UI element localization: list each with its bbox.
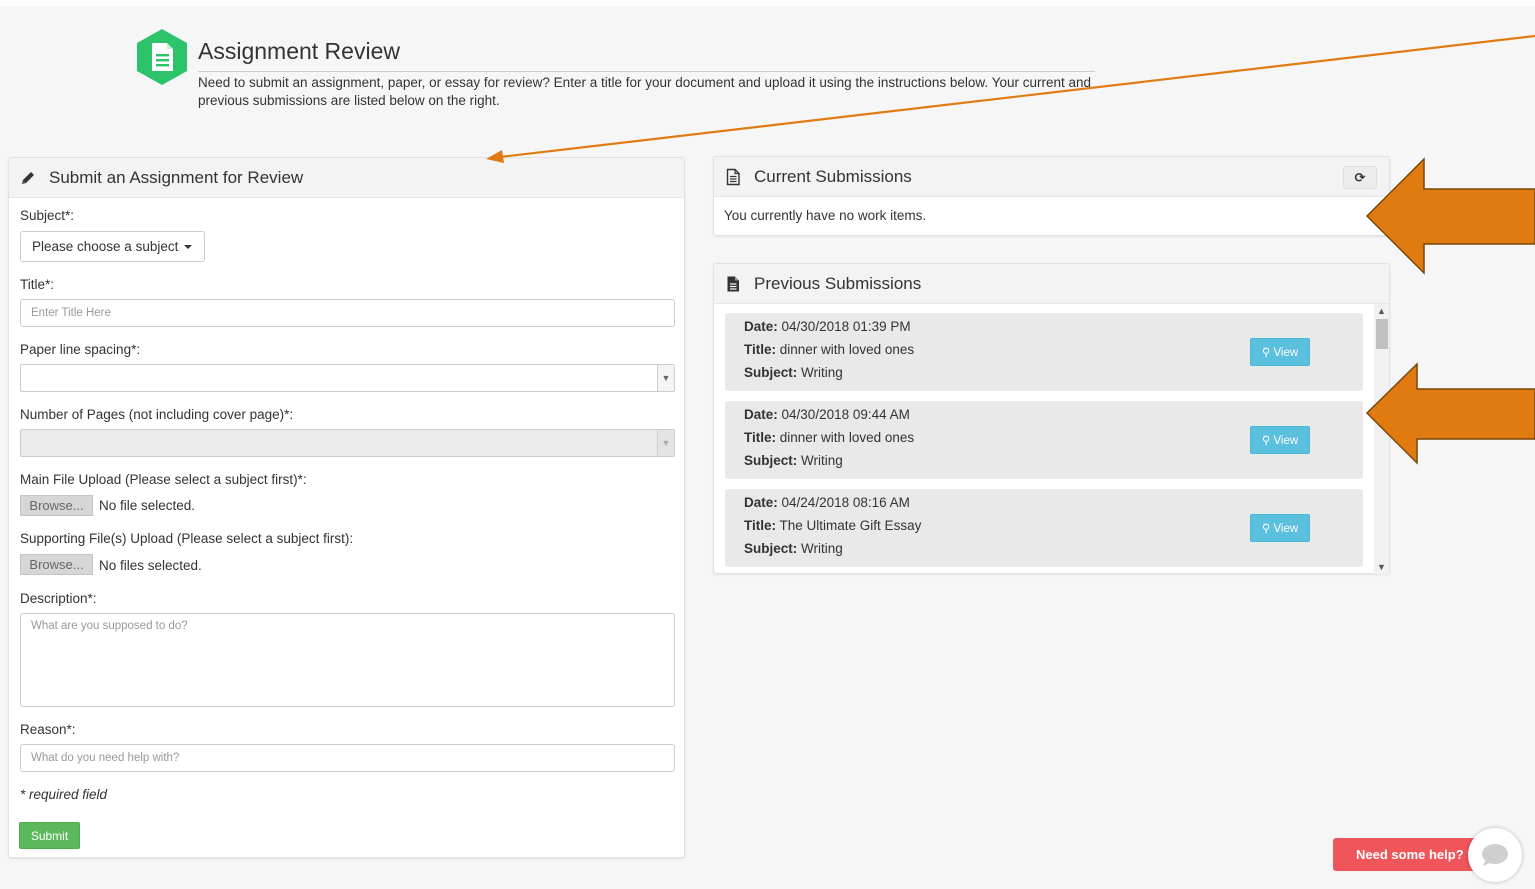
subject-label: Subject*: xyxy=(20,208,75,223)
caret-down-icon xyxy=(184,245,193,250)
main-file-browse-button[interactable]: Browse... xyxy=(20,495,93,516)
top-strip xyxy=(0,0,1535,6)
scroll-down-icon[interactable]: ▼ xyxy=(1374,560,1389,574)
document-icon xyxy=(135,28,189,86)
submission-card: Date: 04/30/2018 09:44 AM Title: dinner … xyxy=(725,401,1363,479)
header-divider xyxy=(198,71,1095,72)
supporting-upload-label: Supporting File(s) Upload (Please select… xyxy=(20,531,354,546)
reason-input[interactable] xyxy=(20,744,675,772)
reason-label: Reason*: xyxy=(20,722,76,737)
file-solid-icon xyxy=(724,275,742,293)
submission-title: Title: dinner with loved ones xyxy=(744,342,915,357)
submit-panel-header: Submit an Assignment for Review xyxy=(9,158,684,198)
title-input[interactable] xyxy=(20,299,675,327)
page-title: Assignment Review xyxy=(198,38,400,64)
magnifier-icon: ⚲ xyxy=(1261,523,1271,535)
submit-assignment-panel: Submit an Assignment for Review Subject*… xyxy=(8,157,685,858)
chat-bubble-icon xyxy=(1482,844,1508,866)
supporting-files-status: No files selected. xyxy=(99,558,202,573)
submit-button[interactable]: Submit xyxy=(19,822,80,849)
required-field-note: * required field xyxy=(20,787,108,802)
submissions-scrollbar[interactable]: ▲ ▼ xyxy=(1374,304,1389,574)
need-help-button[interactable]: Need some help? xyxy=(1333,838,1483,871)
submission-date: Date: 04/30/2018 01:39 PM xyxy=(744,319,911,334)
magnifier-icon: ⚲ xyxy=(1261,347,1271,359)
previous-panel-header: Previous Submissions xyxy=(714,264,1389,304)
submission-subject: Subject: Writing xyxy=(744,453,843,468)
main-upload-label: Main File Upload (Please select a subjec… xyxy=(20,472,307,487)
line-spacing-select[interactable]: ▼ xyxy=(20,364,675,392)
submit-panel-title: Submit an Assignment for Review xyxy=(49,168,304,187)
supporting-files-browse-button[interactable]: Browse... xyxy=(20,554,93,575)
view-submission-button[interactable]: ⚲ View xyxy=(1250,426,1310,454)
submission-date: Date: 04/24/2018 08:16 AM xyxy=(744,495,910,510)
submission-subject: Subject: Writing xyxy=(744,541,843,556)
magnifier-icon: ⚲ xyxy=(1261,435,1271,447)
submission-card: Date: 04/30/2018 01:39 PM Title: dinner … xyxy=(725,313,1363,391)
page-description: Need to submit an assignment, paper, or … xyxy=(198,75,1092,108)
current-panel-header: Current Submissions ⟳ xyxy=(714,157,1389,197)
view-submission-button[interactable]: ⚲ View xyxy=(1250,338,1310,366)
submission-title: Title: dinner with loved ones xyxy=(744,430,915,445)
main-file-status: No file selected. xyxy=(99,498,196,513)
submission-subject: Subject: Writing xyxy=(744,365,843,380)
submission-card: Date: 04/24/2018 08:16 AM Title: The Ult… xyxy=(725,489,1363,567)
current-submissions-panel: Current Submissions ⟳ You currently have… xyxy=(713,156,1390,236)
refresh-icon[interactable]: ⟳ xyxy=(1343,166,1377,189)
no-work-items-message: You currently have no work items. xyxy=(724,208,927,223)
current-panel-title: Current Submissions xyxy=(754,167,912,186)
view-submission-button[interactable]: ⚲ View xyxy=(1250,514,1310,542)
chevron-down-icon: ▼ xyxy=(657,430,674,456)
subject-button-label: Please choose a subject xyxy=(32,239,179,254)
subject-dropdown-button[interactable]: Please choose a subject xyxy=(20,231,205,262)
chevron-down-icon: ▼ xyxy=(657,365,674,391)
callout-arrow-previous xyxy=(1365,362,1535,465)
chat-launcher[interactable] xyxy=(1468,828,1522,882)
pencil-icon xyxy=(19,169,37,187)
title-label: Title*: xyxy=(20,277,55,292)
description-textarea[interactable] xyxy=(20,613,675,707)
scroll-up-icon[interactable]: ▲ xyxy=(1374,304,1389,318)
submission-title: Title: The Ultimate Gift Essay xyxy=(744,518,922,533)
line-spacing-label: Paper line spacing*: xyxy=(20,342,141,357)
previous-submissions-panel: Previous Submissions Date: 04/30/2018 01… xyxy=(713,263,1390,574)
scroll-thumb[interactable] xyxy=(1376,319,1388,349)
description-label: Description*: xyxy=(20,591,97,606)
submission-date: Date: 04/30/2018 09:44 AM xyxy=(744,407,910,422)
page-count-select[interactable]: ▼ xyxy=(20,429,675,457)
page-count-label: Number of Pages (not including cover pag… xyxy=(20,407,294,422)
file-outline-icon xyxy=(724,168,742,186)
previous-panel-title: Previous Submissions xyxy=(754,274,922,293)
callout-arrow-current xyxy=(1365,157,1535,275)
